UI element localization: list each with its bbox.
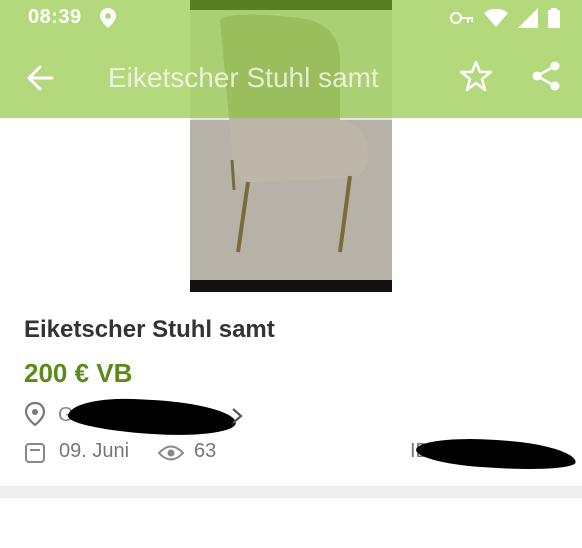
eye-icon — [158, 445, 184, 461]
toolbar: Eiketscher Stuhl samt — [0, 36, 582, 118]
share-icon[interactable] — [530, 60, 562, 92]
signal-icon — [518, 8, 538, 28]
key-icon — [450, 12, 473, 24]
listing-price: 200 € VB — [24, 358, 133, 388]
view-count: 63 — [194, 440, 217, 462]
battery-icon — [548, 8, 560, 28]
location-link[interactable]: Gütersloh — [24, 395, 264, 439]
status-bar: 08:39 — [0, 0, 582, 36]
listing-title: Eiketscher Stuhl samt — [24, 316, 275, 343]
photo-bottom-bar — [190, 280, 392, 292]
map-pin-icon — [24, 402, 46, 426]
toolbar-title: Eiketscher Stuhl samt — [108, 62, 379, 93]
posted-date: 09. Juni — [59, 440, 130, 462]
location-icon — [100, 8, 116, 28]
chevron-right-icon — [232, 408, 243, 424]
calendar-icon — [25, 443, 45, 463]
app-bar: 08:39 Eiketscher Stuhl samt — [0, 0, 582, 118]
status-icons — [450, 8, 560, 28]
back-arrow-icon[interactable] — [26, 64, 54, 92]
status-time: 08:39 — [28, 6, 82, 28]
listing-meta: 09. Juni 63 ID — [24, 434, 582, 474]
redaction-mark — [67, 395, 237, 439]
star-outline-icon[interactable] — [460, 60, 492, 92]
redaction-mark — [415, 434, 577, 474]
section-divider — [0, 486, 582, 498]
wifi-icon — [484, 9, 508, 27]
